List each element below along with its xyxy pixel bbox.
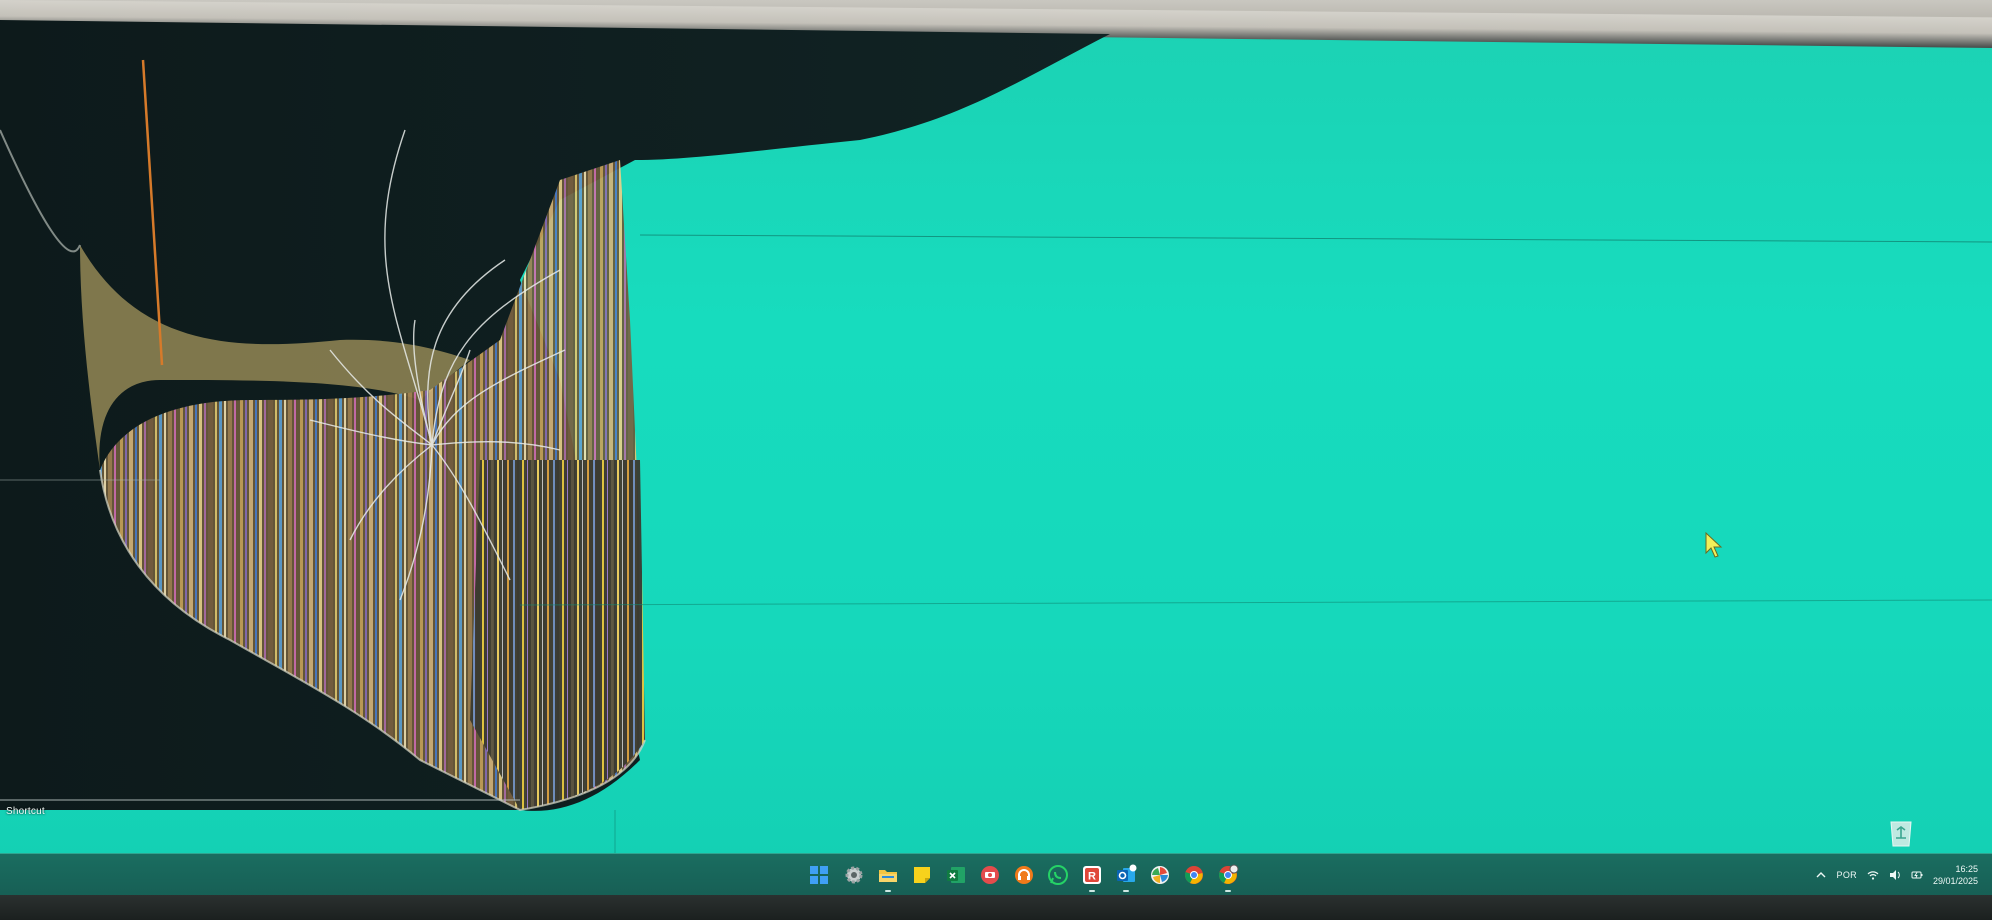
- clock[interactable]: 16:25 29/01/2025: [1933, 863, 1978, 887]
- running-indicator: [1089, 890, 1095, 892]
- wifi-button[interactable]: [1867, 869, 1879, 881]
- mouse-cursor-icon: [1705, 531, 1723, 558]
- desktop-shortcut-label[interactable]: Shortcut: [6, 806, 45, 817]
- taskbar-app-red[interactable]: [979, 864, 1001, 886]
- running-indicator: [1225, 890, 1231, 892]
- show-hidden-icons-button[interactable]: [1815, 869, 1827, 881]
- photo-of-monitor: Shortcut R POR 16:25 29/01/2025: [0, 0, 1992, 920]
- whatsapp-icon: [1048, 865, 1068, 885]
- chrome-profile-icon: [1219, 864, 1239, 884]
- taskbar-settings[interactable]: [843, 864, 865, 886]
- taskbar-excel[interactable]: [945, 864, 967, 886]
- pinwheel-icon: [1151, 866, 1169, 884]
- running-indicator: [885, 890, 891, 892]
- taskbar-outlook[interactable]: [1115, 864, 1137, 892]
- sticky-note-icon: [914, 867, 930, 883]
- taskbar-chrome-profile[interactable]: [1217, 864, 1239, 892]
- windows-logo-icon: [810, 866, 828, 884]
- taskbar-app-r[interactable]: R: [1081, 864, 1103, 892]
- taskbar-file-explorer[interactable]: [877, 864, 899, 892]
- start-button[interactable]: [808, 864, 830, 886]
- battery-charging-icon: [1911, 871, 1923, 879]
- gear-icon: [845, 866, 863, 884]
- taskbar-app-pinwheel[interactable]: [1149, 864, 1171, 886]
- clock-time: 16:25: [1955, 864, 1978, 874]
- orange-headphones-icon: [1015, 866, 1033, 884]
- monitor-bezel-bottom: [0, 895, 1992, 920]
- language-indicator[interactable]: POR: [1837, 870, 1857, 880]
- chevron-up-icon: [1816, 872, 1826, 878]
- outlook-icon: [1117, 864, 1137, 882]
- battery-button[interactable]: [1911, 869, 1923, 881]
- running-indicator: [1123, 890, 1129, 892]
- clock-date: 29/01/2025: [1932, 876, 1978, 886]
- taskbar-whatsapp[interactable]: [1047, 864, 1069, 886]
- r-letter-app-icon: R: [1083, 866, 1101, 884]
- system-tray: POR 16:25 29/01/2025: [1815, 860, 1978, 890]
- volume-button[interactable]: [1889, 869, 1901, 881]
- taskbar-chrome[interactable]: [1183, 864, 1205, 886]
- taskbar-sticky-notes[interactable]: [911, 864, 933, 886]
- taskbar: R POR 16:25 29/01/2025: [0, 853, 1992, 896]
- red-circle-app-icon: [981, 866, 999, 884]
- cracked-lcd-damage: [0, 20, 1992, 896]
- folder-icon: [879, 870, 897, 882]
- chrome-icon: [1185, 866, 1203, 884]
- recycle-bin-icon[interactable]: [1886, 816, 1916, 848]
- svg-text:R: R: [1088, 871, 1096, 883]
- taskbar-app-orange[interactable]: [1013, 864, 1035, 886]
- wifi-icon: [1867, 871, 1879, 880]
- excel-icon: [947, 867, 965, 883]
- speaker-icon: [1889, 870, 1900, 880]
